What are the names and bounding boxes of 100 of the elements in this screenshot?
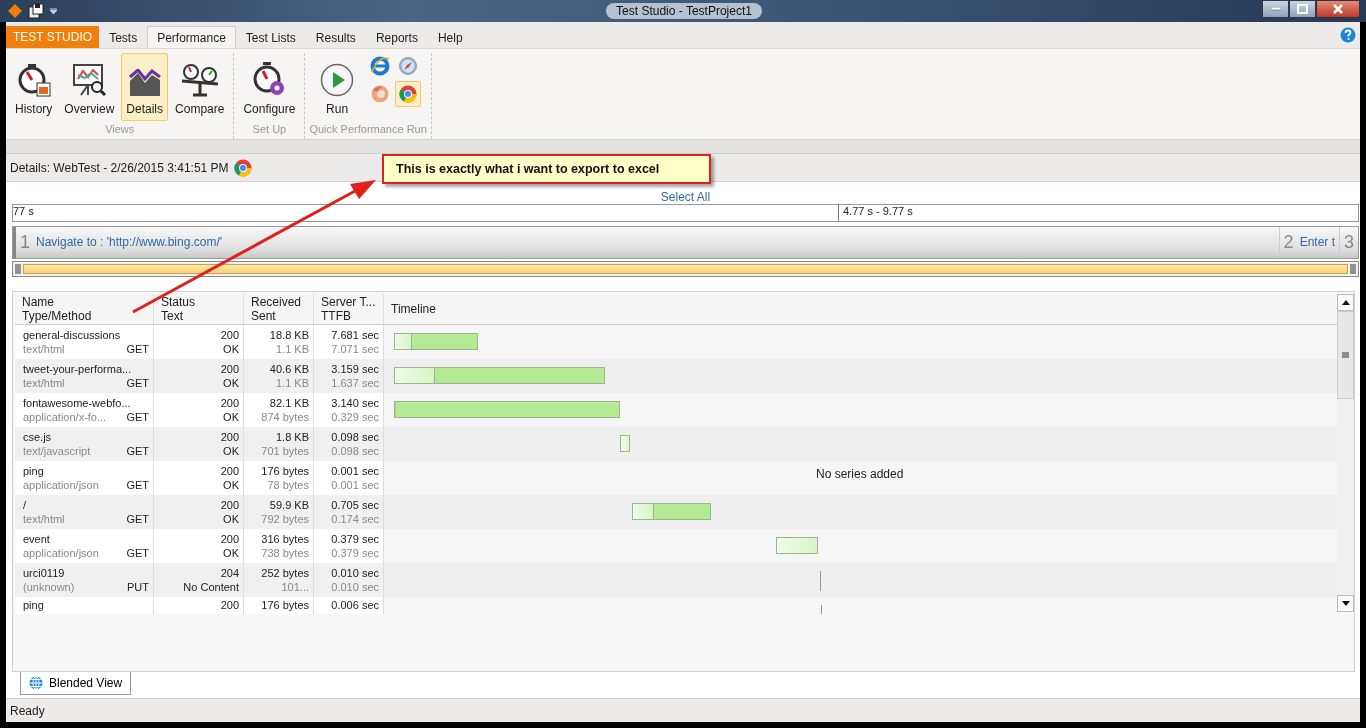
table-cell: 200 (220, 497, 239, 512)
table-cell: 252 bytes (261, 565, 309, 580)
ribbon-tab[interactable]: Reports (365, 26, 428, 48)
table-cell: text/html (23, 375, 65, 390)
table-cell: 82.1 KB (269, 395, 309, 410)
column-header[interactable]: TTFB (321, 308, 383, 323)
table-cell: 0.001 sec (331, 463, 379, 478)
chart-magnifier-icon (71, 63, 108, 97)
table-cell: 0.098 sec (331, 443, 379, 458)
table-cell: 874 bytes (261, 409, 309, 424)
table-cell: GET (126, 477, 149, 492)
table-cell: 3.140 sec (331, 395, 379, 410)
close-button[interactable] (1316, 0, 1360, 18)
scrollbar-thumb[interactable] (1337, 310, 1354, 399)
chrome-icon (398, 84, 419, 104)
table-cell: 0.098 sec (331, 429, 379, 444)
table-cell: 0.010 sec (331, 579, 379, 594)
time-label: 77 s (13, 204, 34, 217)
ribbon-tab[interactable]: Tests (99, 26, 148, 48)
step-tab[interactable]: 1 Navigate to : 'http://www.bing.com/' (13, 226, 1279, 258)
table-cell: 701 bytes (261, 443, 309, 458)
table-cell: OK (223, 409, 239, 424)
table-cell: text/javascript (23, 443, 91, 458)
column-header[interactable]: Received (251, 294, 313, 309)
column-header[interactable]: Timeline (391, 301, 1337, 316)
app-logo-icon[interactable] (8, 4, 22, 18)
browser-button[interactable] (395, 81, 422, 107)
table-cell: 1.8 KB (275, 429, 309, 444)
annotation-callout: This is exactly what i want to export to excel (382, 154, 711, 184)
ribbon-button[interactable]: Configure (238, 53, 301, 121)
table-cell: text/html (23, 511, 65, 526)
table-cell: 0.379 sec (331, 531, 379, 546)
table-cell: 0.001 sec (331, 477, 379, 492)
table-cell: OK (223, 477, 239, 492)
timeline-scrollbar[interactable] (12, 260, 1359, 277)
scroll-up-button[interactable] (1337, 293, 1354, 311)
ribbon-button[interactable]: Overview (59, 53, 120, 121)
timeline-bar (776, 536, 818, 554)
stopwatch-calendar-icon (16, 63, 51, 97)
table-cell-text: event (23, 531, 51, 546)
step-tab[interactable]: 2 Enter t (1278, 226, 1339, 258)
ribbon-tab[interactable]: Performance (147, 26, 236, 48)
help-icon[interactable] (1340, 27, 1356, 43)
close-icon (1333, 4, 1343, 14)
table-cell: OK (223, 341, 239, 356)
table-cell: 3.159 sec (331, 361, 379, 376)
table-cell: OK (223, 511, 239, 526)
table-cell-text: tweet-your-performa... (23, 361, 133, 376)
select-all-link[interactable]: Select All (660, 189, 711, 204)
dropdown-icon[interactable] (50, 8, 57, 14)
maximize-button[interactable] (1289, 0, 1316, 18)
table-cell: PUT (127, 579, 149, 594)
window-title: Test Studio - TestProject1 (606, 3, 762, 19)
table-cell: 59.9 KB (269, 497, 309, 512)
up-arrow-icon (1341, 299, 1350, 305)
table-cell: 1.637 sec (331, 375, 379, 390)
view-tab[interactable]: Blended View (20, 672, 132, 696)
table-cell: 7.681 sec (331, 327, 379, 342)
ribbon-tab[interactable]: Help (427, 26, 473, 48)
minimize-button[interactable] (1262, 0, 1289, 18)
maximize-icon (1297, 4, 1308, 14)
ribbon-button[interactable]: Run (315, 53, 360, 121)
timeline-message: No series added (816, 466, 904, 481)
table-cell: 0.329 sec (331, 409, 379, 424)
table-cell: 200 (220, 327, 239, 342)
table-cell: GET (126, 443, 149, 458)
table-cell: 200 (220, 598, 239, 612)
table-cell: 7.071 sec (331, 341, 379, 356)
table-cell-text: cse.js (23, 429, 53, 444)
column-header[interactable]: Type/Method (22, 308, 153, 323)
table-cell: 792 bytes (261, 511, 309, 526)
scroll-down-button[interactable] (1337, 594, 1354, 612)
compass-icon (398, 56, 419, 76)
table-cell-text: ping (23, 463, 45, 478)
save-icon[interactable] (28, 3, 44, 19)
minimize-icon (1270, 7, 1281, 11)
status-text: Ready (10, 703, 45, 718)
table-cell: GET (126, 375, 149, 390)
table-cell: OK (223, 545, 239, 560)
column-header[interactable]: Name (22, 294, 153, 309)
scale-stopwatches-icon (179, 63, 220, 97)
column-header[interactable]: Sent (251, 308, 313, 323)
ribbon-button[interactable]: History (10, 53, 58, 121)
table-cell: GET (126, 409, 149, 424)
table-cell: 101... (281, 579, 309, 594)
play-icon (320, 63, 355, 97)
scrollbar-thumb[interactable] (23, 263, 1348, 274)
ribbon-button[interactable]: Details (121, 53, 169, 121)
grip-icon (15, 263, 21, 274)
ribbon-tab[interactable]: Test Lists (235, 26, 306, 48)
column-header[interactable]: Status (161, 294, 243, 309)
column-header[interactable]: Text (161, 308, 243, 323)
table-cell: No Content (183, 579, 239, 594)
table-cell: application/json (23, 477, 99, 492)
table-cell: 200 (220, 429, 239, 444)
ribbon-tab[interactable]: Results (305, 26, 366, 48)
ribbon-button[interactable]: Compare (170, 53, 230, 121)
table-cell: 0.705 sec (331, 497, 379, 512)
column-header[interactable]: Server T... (321, 294, 383, 309)
table-cell: 200 (220, 395, 239, 410)
